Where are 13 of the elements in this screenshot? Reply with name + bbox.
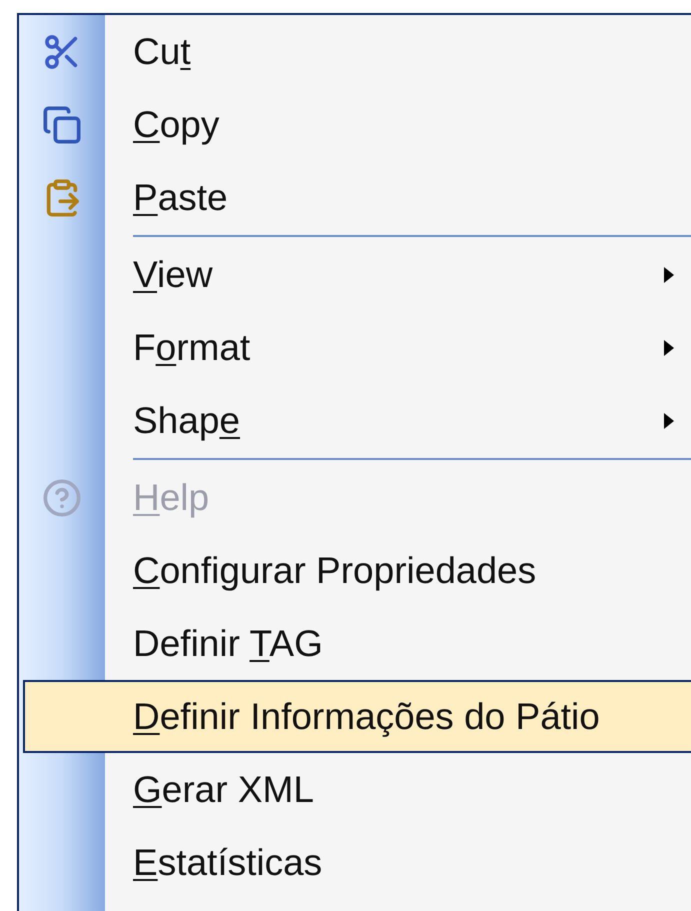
- menu-item[interactable]: Cut: [19, 15, 691, 88]
- menu-item[interactable]: View: [19, 238, 691, 311]
- menu-item[interactable]: Format: [19, 311, 691, 384]
- menu-item[interactable]: Shape: [19, 384, 691, 457]
- copy-icon: [42, 104, 82, 144]
- menu-item[interactable]: Paste: [19, 161, 691, 234]
- menu-item[interactable]: Gerar XML: [19, 753, 691, 826]
- menu-item[interactable]: Definir TAG: [19, 607, 691, 680]
- help-icon: [42, 478, 82, 518]
- menu-item[interactable]: Configurar Propriedades: [19, 534, 691, 607]
- menu-item[interactable]: Definir Informações do Pátio: [23, 680, 691, 753]
- menu-item[interactable]: Copy: [19, 88, 691, 161]
- menu-item[interactable]: Estatísticas: [19, 826, 691, 899]
